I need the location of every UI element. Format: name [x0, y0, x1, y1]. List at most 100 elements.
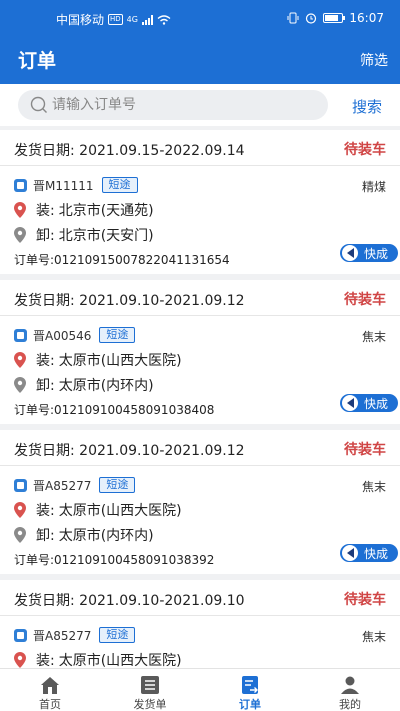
home-icon — [41, 677, 59, 694]
load-address: 北京市(天通苑) — [58, 203, 154, 219]
unload-address-row: 卸: 太原市(内环内) — [14, 375, 154, 395]
load-address-row: 装: 太原市(山西大医院) — [14, 650, 182, 668]
plate-row: 晋A85277 短途 — [14, 627, 136, 643]
load-address-row: 装: 太原市(山西大医院) — [14, 350, 182, 370]
plate-row: 晋A00546 短途 — [14, 327, 136, 343]
search-button[interactable]: 搜索 — [352, 96, 382, 117]
load-address-row: 装: 太原市(山西大医院) — [14, 500, 182, 520]
load-address: 太原市(山西大医院) — [58, 653, 182, 668]
tab-shipping[interactable]: 发货单 — [100, 669, 200, 711]
plate-number: 晋A85277 — [33, 628, 92, 643]
load-label: 装: — [36, 353, 55, 369]
plate-icon — [14, 478, 27, 492]
tab-profile[interactable]: 我的 — [300, 669, 400, 711]
user-icon — [341, 676, 359, 694]
tab-shipping-label: 发货单 — [133, 698, 167, 711]
order-status: 待装车 — [344, 292, 386, 308]
filter-button[interactable]: 筛选 — [360, 50, 388, 70]
kuaicheng-badge[interactable]: 快成 — [340, 244, 398, 262]
wifi-icon — [157, 14, 171, 25]
order-no-label: 订单号: — [14, 553, 55, 567]
page-title: 订单 — [18, 50, 57, 72]
plate-icon — [14, 628, 27, 642]
vibrate-icon — [287, 12, 299, 24]
load-pin-icon — [14, 202, 26, 218]
order-number-row: 订单号:012109150078220411316​54 — [14, 251, 230, 268]
order-no-label: 订单号: — [14, 403, 55, 417]
route-tag: 短途 — [99, 627, 136, 643]
order-card[interactable]: 发货日期: 2021.09.15-2022.09.14 待装车 晋M11111 … — [0, 130, 400, 274]
app-header: 中国移动 HD 4G 16:07 订单 筛选 — [0, 0, 400, 84]
order-icon — [242, 676, 258, 694]
unload-address: 北京市(天安门) — [58, 228, 154, 244]
load-label: 装: — [36, 503, 55, 519]
status-bar: 中国移动 HD 4G 16:07 — [0, 0, 400, 36]
search-field[interactable] — [18, 90, 328, 120]
battery-icon — [323, 13, 346, 23]
kuaicheng-badge[interactable]: 快成 — [340, 544, 398, 562]
plate-number: 晋A00546 — [33, 328, 92, 343]
search-input[interactable] — [52, 90, 322, 120]
order-list[interactable]: 发货日期: 2021.09.15-2022.09.14 待装车 晋M11111 … — [0, 126, 400, 668]
goods-type: 焦末 — [361, 480, 386, 494]
order-status: 待装车 — [344, 592, 386, 608]
order-card[interactable]: 发货日期: 2021.09.10-2021.09.12 待装车 晋A00546 … — [0, 280, 400, 424]
ship-date: 发货日期: 2021.09.10-2021.09.10 — [14, 593, 245, 609]
plate-icon — [14, 178, 27, 192]
unload-address: 太原市(内环内) — [58, 378, 154, 394]
kuaicheng-logo-icon — [342, 395, 358, 411]
order-card[interactable]: 发货日期: 2021.09.10-2021.09.12 待装车 晋A85277 … — [0, 430, 400, 574]
unload-address-row: 卸: 太原市(内环内) — [14, 525, 154, 545]
order-no-label: 订单号: — [14, 253, 55, 267]
tab-home[interactable]: 首页 — [0, 669, 100, 711]
tab-orders[interactable]: 订单 — [200, 669, 300, 711]
load-pin-icon — [14, 502, 26, 518]
bottom-tab-bar: 首页 发货单 订单 我的 — [0, 668, 400, 711]
load-address: 太原市(山西大医院) — [58, 503, 182, 519]
unload-pin-icon — [14, 527, 26, 543]
plate-icon — [14, 328, 27, 342]
order-card-header: 发货日期: 2021.09.15-2022.09.14 待装车 — [0, 130, 400, 166]
kuaicheng-logo-icon — [342, 545, 358, 561]
unload-pin-icon — [14, 227, 26, 243]
alarm-icon — [306, 13, 317, 24]
kuaicheng-label: 快成 — [364, 546, 389, 561]
list-icon — [141, 676, 159, 694]
unload-address: 太原市(内环内) — [58, 528, 154, 544]
order-card[interactable]: 发货日期: 2021.09.10-2021.09.10 待装车 晋A85277 … — [0, 580, 400, 668]
order-card-header: 发货日期: 2021.09.10-2021.09.12 待装车 — [0, 280, 400, 316]
plate-number: 晋M11111 — [33, 178, 94, 193]
goods-type: 焦末 — [361, 330, 386, 344]
load-address-row: 装: 北京市(天通苑) — [14, 200, 154, 220]
kuaicheng-label: 快成 — [364, 246, 389, 261]
kuaicheng-logo-icon — [342, 245, 358, 261]
search-bar: 搜索 — [0, 84, 400, 126]
clock-label: 16:07 — [349, 11, 384, 25]
order-status: 待装车 — [344, 142, 386, 158]
route-tag: 短途 — [99, 477, 136, 493]
unload-label: 卸: — [36, 228, 55, 244]
order-card-header: 发货日期: 2021.09.10-2021.09.12 待装车 — [0, 430, 400, 466]
order-number: 012109100458091038408 — [54, 403, 215, 417]
carrier-label: 中国移动 — [56, 13, 105, 27]
plate-row: 晋A85277 短途 — [14, 477, 136, 493]
plate-number: 晋A85277 — [33, 478, 92, 493]
order-number: 012109100458091038392 — [54, 553, 215, 567]
ship-date: 发货日期: 2021.09.15-2022.09.14 — [14, 143, 245, 159]
ship-date: 发货日期: 2021.09.10-2021.09.12 — [14, 293, 245, 309]
tab-home-label: 首页 — [39, 698, 61, 711]
load-label: 装: — [36, 653, 55, 668]
ship-date: 发货日期: 2021.09.10-2021.09.12 — [14, 443, 245, 459]
unload-label: 卸: — [36, 378, 55, 394]
hd-badge: HD — [108, 14, 123, 25]
plate-row: 晋M11111 短途 — [14, 177, 138, 193]
search-icon — [30, 96, 47, 113]
load-label: 装: — [36, 203, 55, 219]
kuaicheng-badge[interactable]: 快成 — [340, 394, 398, 412]
unload-label: 卸: — [36, 528, 55, 544]
load-pin-icon — [14, 352, 26, 368]
tab-profile-label: 我的 — [339, 698, 361, 711]
goods-type: 精煤 — [361, 180, 386, 194]
unload-address-row: 卸: 北京市(天安门) — [14, 225, 154, 245]
goods-type: 焦末 — [361, 630, 386, 644]
